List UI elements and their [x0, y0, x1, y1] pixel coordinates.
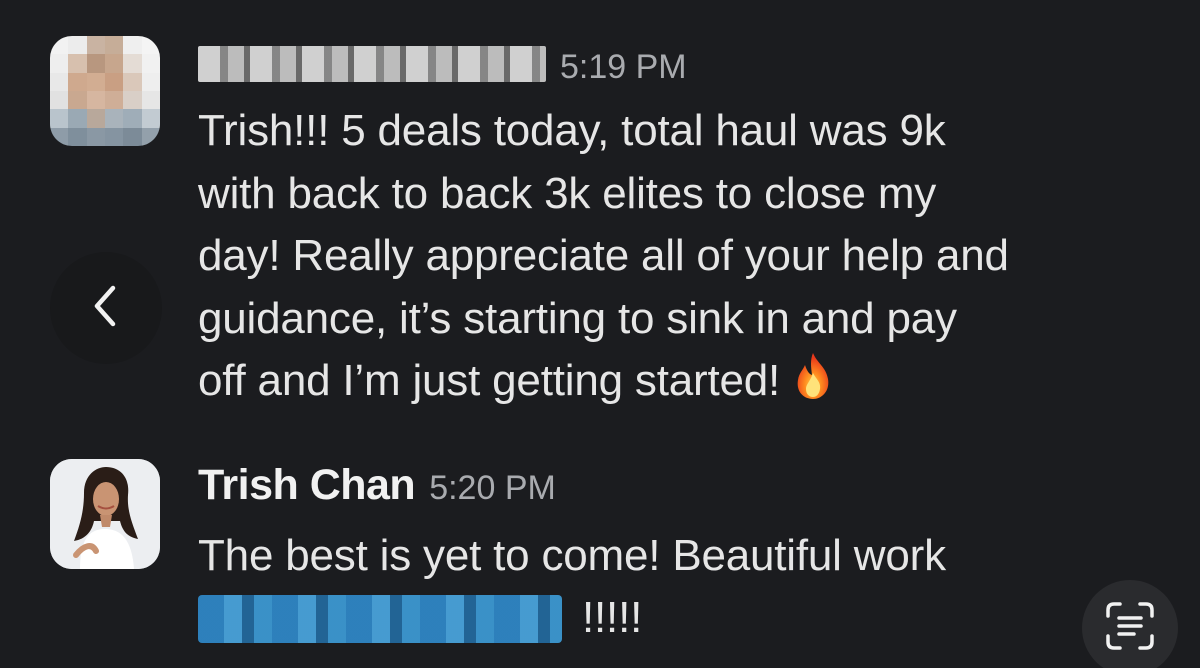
chevron-left-icon — [89, 283, 123, 334]
chat-screen: 5:19 PM Trish!!! 5 deals today, total ha… — [0, 0, 1200, 668]
mention-line: !!!!! — [198, 588, 1158, 650]
message-header: 5:19 PM — [198, 42, 687, 87]
message-line: guidance, it’s starting to sink in and p… — [198, 293, 957, 343]
message-line: with back to back 3k elites to close my — [198, 168, 937, 218]
message-line: Trish!!! 5 deals today, total haul was 9… — [198, 106, 946, 155]
text-scan-button[interactable] — [1082, 580, 1178, 668]
avatar-redacted — [50, 36, 160, 146]
message-line-text: off and I’m just getting started! — [198, 356, 781, 405]
avatar[interactable] — [50, 459, 160, 569]
avatar[interactable] — [50, 36, 160, 146]
message-header: Trish Chan 5:20 PM — [198, 461, 556, 510]
message-body: Trish!!! 5 deals today, total haul was 9… — [198, 100, 1158, 419]
timestamp[interactable]: 5:20 PM — [429, 469, 556, 508]
back-button[interactable] — [50, 252, 162, 364]
avatar-photo — [50, 459, 160, 569]
text-scan-icon — [1104, 600, 1156, 657]
message-line: The best is yet to come! Beautiful work — [198, 531, 946, 580]
sender-name-redacted[interactable] — [198, 46, 546, 82]
message-line: day! Really appreciate all of your help … — [198, 231, 1009, 280]
message-suffix: !!!!! — [582, 593, 643, 643]
fire-icon — [790, 351, 836, 419]
sender-name[interactable]: Trish Chan — [198, 461, 416, 510]
timestamp[interactable]: 5:19 PM — [560, 48, 687, 87]
message-line-last: off and I’m just getting started! — [198, 350, 1158, 419]
user-mention-redacted[interactable] — [198, 594, 562, 643]
message-body: The best is yet to come! Beautiful work … — [198, 525, 1158, 650]
